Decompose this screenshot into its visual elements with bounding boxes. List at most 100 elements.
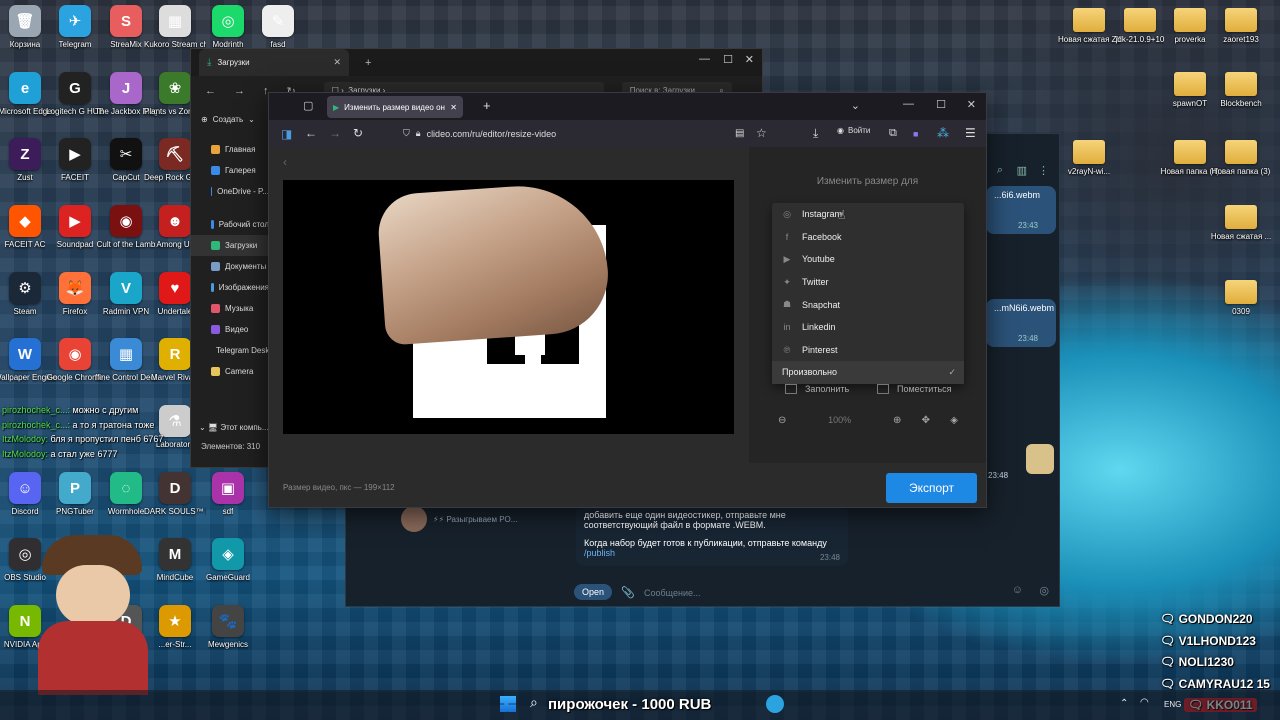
chat-message: pirozhochek_c...: а то я тратона тоже [2, 420, 154, 430]
publish-command[interactable]: /publish [584, 548, 840, 558]
forward-icon[interactable]: → [234, 85, 245, 97]
preset-option[interactable]: in Linkedin [772, 316, 964, 339]
url-bar[interactable]: ⛉ 🔒︎ clideo.com/ru/editor/resize-video [403, 124, 781, 143]
fit-icon [877, 384, 889, 394]
attach-icon[interactable]: 📎 [621, 586, 635, 599]
browser-navbar: ◨ ← → ↻ ⛉ 🔒︎ clideo.com/ru/editor/resize… [269, 120, 986, 147]
minimize-icon[interactable]: — [903, 98, 914, 110]
maximize-icon[interactable]: ☐ [936, 98, 946, 111]
sidebar-item[interactable]: OneDrive - P... [191, 181, 269, 202]
downloads-icon[interactable]: ⤓ [813, 127, 818, 139]
preset-option[interactable]: ✦ Twitter [772, 271, 964, 294]
bookmark-star-icon[interactable]: ☆ [756, 127, 767, 139]
sidebar-item[interactable]: Музыка [191, 298, 269, 319]
sidebar-item[interactable]: Изображения [191, 277, 269, 298]
preset-option[interactable]: ☗ Snapchat [772, 293, 964, 316]
message-file-1[interactable]: ...6i6.webm 23:43 [986, 186, 1056, 234]
new-tab-icon[interactable]: + [483, 98, 491, 113]
desktop-icon[interactable]: ◈ GameGuard [197, 538, 259, 583]
preset-label: Facebook [802, 231, 842, 242]
back-icon[interactable]: ← [205, 85, 216, 97]
preset-option[interactable]: ℗ Pinterest [772, 339, 964, 362]
fill-color-icon[interactable]: ◈ [950, 415, 958, 426]
extension-icon[interactable]: ■ [913, 128, 918, 140]
sidebar-item[interactable]: Camera [191, 361, 269, 382]
language-indicator[interactable]: ENG [1164, 700, 1181, 709]
preset-option-selected[interactable]: Произвольно ✓ [772, 361, 964, 384]
desktop-icon[interactable]: Blockbench [1210, 72, 1272, 109]
back-chevron-icon[interactable]: ‹ [283, 155, 287, 169]
minimize-icon[interactable]: — [699, 53, 710, 65]
explorer-tab[interactable]: ⤓ Загрузки ✕ [199, 49, 349, 76]
open-button[interactable]: Open [574, 584, 613, 600]
sidebar-toggle-icon[interactable]: ▥ [1017, 164, 1027, 177]
create-button[interactable]: ⊕ Создать ⌄ [201, 115, 255, 124]
zoom-out-icon[interactable]: ⊖ [778, 415, 786, 426]
message-input[interactable]: Сообщение... [644, 588, 700, 598]
sidebar-item-label: Telegram Desktop [216, 346, 269, 355]
desktop-icon[interactable]: ✎ fasd [247, 5, 309, 50]
back-icon[interactable]: ← [305, 127, 317, 139]
desktop-icon-label: Steam [13, 307, 37, 316]
tab-list-icon[interactable]: ▢ [303, 99, 313, 112]
maximize-icon[interactable]: ☐ [723, 53, 733, 66]
reload-icon[interactable]: ↻ [353, 127, 363, 139]
desktop-icon[interactable]: v2rayN-wi... [1058, 140, 1120, 177]
desktop-icon[interactable]: Новая папка (3) [1210, 140, 1272, 177]
close-icon[interactable]: ✕ [745, 53, 754, 66]
start-icon[interactable] [500, 696, 516, 712]
close-icon[interactable]: ✕ [967, 98, 976, 111]
search-icon[interactable]: ⌕ [530, 694, 538, 711]
desktop-icon[interactable]: 🐾 Mewgenics [197, 605, 259, 650]
desktop-icon[interactable]: zaoret193 [1210, 8, 1272, 45]
sticker-message[interactable] [1026, 444, 1054, 474]
reader-mode-icon[interactable]: ▤ [735, 128, 744, 140]
search-icon[interactable]: ⌕ [997, 164, 1003, 177]
new-tab-icon[interactable]: + [365, 57, 371, 69]
app-icon: ♥ [159, 272, 191, 304]
close-tab-icon[interactable]: ✕ [450, 103, 457, 112]
folder-icon [211, 220, 214, 229]
login-button[interactable]: ◉ Войти [837, 126, 870, 135]
more-icon[interactable]: ⋮ [1038, 164, 1049, 177]
msg-time: 23:48 [819, 553, 840, 562]
preset-dropdown[interactable]: ◎ Instagram f Facebook ▶ Youtube ✦ Twitter ☗ Snap… [772, 203, 964, 384]
sidebar-item[interactable]: Загрузки [191, 235, 269, 256]
telegram-taskbar-icon[interactable] [766, 695, 784, 713]
message-file-2[interactable]: ...mN6i6.webm 23:48 [986, 299, 1056, 347]
sidebar-icon[interactable]: ◨ [281, 128, 292, 140]
preset-option[interactable]: f Facebook [772, 226, 964, 249]
translate-icon[interactable]: ⁂ [937, 127, 949, 139]
record-icon[interactable]: ◎ [1039, 584, 1049, 597]
extensions-icon[interactable]: ⧉ [889, 127, 897, 139]
desktop-icon[interactable]: 0309 [1210, 280, 1272, 317]
menu-icon[interactable]: ☰ [965, 127, 976, 139]
sidebar-item[interactable]: Главная [191, 139, 269, 160]
channel-preview[interactable]: ⚡⚡ Разыгрываем PO... [401, 506, 517, 532]
emoji-icon[interactable]: ☺ [1012, 584, 1023, 596]
desktop-icon[interactable]: Новая сжатая ... [1210, 205, 1272, 242]
preset-option[interactable]: ▶ Youtube [772, 248, 964, 271]
desktop-icon-label: Discord [11, 507, 39, 516]
preset-option[interactable]: ◎ Instagram [772, 203, 964, 226]
sidebar-item[interactable]: Рабочий стол [191, 214, 269, 235]
sidebar-item[interactable]: Telegram Desktop [191, 340, 269, 361]
desktop-icon-label: PNGTuber [56, 507, 94, 516]
forward-icon[interactable]: → [329, 127, 341, 139]
close-tab-icon[interactable]: ✕ [333, 57, 341, 68]
sidebar-item[interactable]: Видео [191, 319, 269, 340]
browser-tab[interactable]: ▶ Изменить размер видео онлайн ✕ [327, 96, 463, 118]
fit-option[interactable]: Поместиться [877, 384, 952, 394]
zoom-in-icon[interactable]: ⊕ [893, 415, 901, 426]
tabs-dropdown-icon[interactable]: ⌄ [851, 99, 860, 112]
app-icon: ◌ [110, 472, 142, 504]
fill-option[interactable]: Заполнить [785, 384, 849, 394]
sidebar-item[interactable]: Галерея [191, 160, 269, 181]
export-button[interactable]: Экспорт [886, 473, 977, 503]
sidebar-item[interactable]: Документы [191, 256, 269, 277]
move-icon[interactable]: ✥ [922, 415, 930, 426]
app-icon: ❀ [159, 72, 191, 104]
tray-chevron-icon[interactable]: ⌃ [1120, 698, 1128, 709]
desktop-icon[interactable]: ▣ sdf [197, 472, 259, 517]
app-icon: S [110, 5, 142, 37]
